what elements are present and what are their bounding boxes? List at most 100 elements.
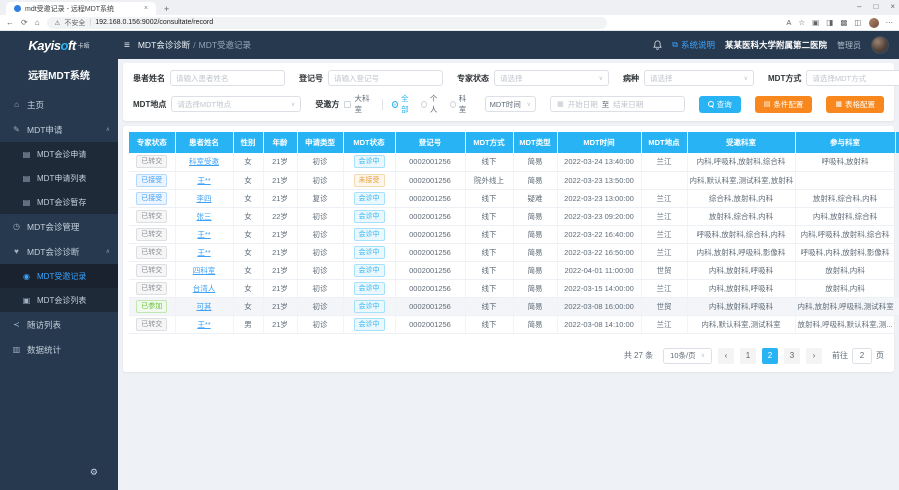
- gear-icon[interactable]: ⚙: [90, 467, 98, 478]
- tab-close-icon[interactable]: ×: [144, 5, 148, 12]
- doc-icon: ▣: [22, 296, 31, 305]
- new-tab-button[interactable]: +: [164, 4, 169, 15]
- table-row[interactable]: 已转交 科室受邀 女 21岁 初诊 会诊中 0002001256 线下 简易 2…: [129, 153, 899, 171]
- monitor-icon: ⧉: [672, 40, 678, 50]
- sidebar-item-home[interactable]: ⌂ 主页: [0, 92, 118, 117]
- page-number-button[interactable]: 3: [784, 348, 800, 364]
- patient-name-link[interactable]: 张三: [197, 212, 212, 221]
- sidebar-item-mdt-consult-draft[interactable]: ▤ MDT会诊暂存: [0, 190, 118, 214]
- sidebar-item-mdt-manage[interactable]: ◷ MDT会诊管理: [0, 214, 118, 239]
- table-row[interactable]: 已转交 王** 女 21岁 初诊 会诊中 0002001256 线下 简易 20…: [129, 243, 899, 261]
- list-icon: ▤: [22, 174, 31, 183]
- table-row[interactable]: 已转交 台湾人 女 21岁 初诊 会诊中 0002001256 线下 简易 20…: [129, 279, 899, 297]
- search-button[interactable]: 查询: [699, 96, 741, 113]
- date-range-picker[interactable]: ▦ 开始日期 至 结束日期: [550, 96, 685, 112]
- col-expert-status: 专家状态: [129, 132, 175, 153]
- read-aloud-icon[interactable]: A: [786, 18, 791, 27]
- extension-icon[interactable]: ▣: [812, 18, 819, 27]
- goto-page-input[interactable]: [852, 348, 872, 364]
- cell-patient-name: 四科室: [175, 261, 233, 279]
- mdt-place-select[interactable]: 请选择MDT地点∨: [171, 96, 301, 112]
- next-page-button[interactable]: ›: [806, 348, 822, 364]
- patient-name-link[interactable]: 可其: [197, 302, 212, 311]
- cell-mdt-mode: 线下: [465, 225, 513, 243]
- patient-name-link[interactable]: 科室受邀: [189, 157, 219, 166]
- radio-dept[interactable]: 科室: [450, 93, 471, 115]
- col-patient-name: 患者姓名: [175, 132, 233, 153]
- table-row[interactable]: 已转交 王** 女 21岁 初诊 会诊中 0002001256 线下 简易 20…: [129, 225, 899, 243]
- patient-name-link[interactable]: 王**: [197, 230, 210, 239]
- sidebar-item-mdt-apply-list[interactable]: ▤ MDT申请列表: [0, 166, 118, 190]
- sidebar-group-mdt-apply[interactable]: ✎ MDT申请 ∧: [0, 117, 118, 142]
- page-number-button[interactable]: 1: [740, 348, 756, 364]
- sidebar-item-statistics[interactable]: ▥ 数据统计: [0, 337, 118, 362]
- expert-status-select[interactable]: 请选择∨: [494, 70, 609, 86]
- table-row[interactable]: 已参加 可其 女 21岁 初诊 会诊中 0002001256 线下 简易 202…: [129, 297, 899, 315]
- col-mdt-status: MDT状态: [343, 132, 395, 153]
- home-nav-icon[interactable]: ⌂: [35, 18, 40, 27]
- maximize-icon[interactable]: □: [873, 2, 878, 11]
- sidebar-item-mdt-consult-list[interactable]: ▣ MDT会诊列表: [0, 288, 118, 312]
- patient-name-link[interactable]: 台湾人: [193, 284, 216, 293]
- sidebar-item-mdt-consult-apply[interactable]: ▤ MDT会诊申请: [0, 142, 118, 166]
- mdt-mode-select[interactable]: 请选择MDT方式∨: [806, 70, 899, 86]
- split-screen-icon[interactable]: ◫: [854, 18, 861, 27]
- table-row[interactable]: 已接受 李四 女 21岁 复诊 会诊中 0002001256 线下 疑难 202…: [129, 189, 899, 207]
- radio-all[interactable]: 全部: [392, 93, 413, 115]
- sidebar-group-mdt-diagnose[interactable]: ♥ MDT会诊诊断 ∧: [0, 239, 118, 264]
- page-size-select[interactable]: 10条/页∨: [663, 348, 712, 364]
- cell-mdt-status: 会诊中: [343, 225, 395, 243]
- table-row[interactable]: 已转交 王** 男 21岁 初诊 会诊中 0002001256 线下 简易 20…: [129, 315, 899, 333]
- cell-age: 21岁: [263, 297, 297, 315]
- sidebar-item-followup-list[interactable]: ≺ 随访列表: [0, 312, 118, 337]
- radio-icon: [450, 101, 456, 108]
- patient-name-link[interactable]: 李四: [197, 194, 212, 203]
- cell-register-no: 0002001256: [395, 315, 465, 333]
- prev-page-button[interactable]: ‹: [718, 348, 734, 364]
- table-row[interactable]: 已转交 四科室 女 21岁 初诊 会诊中 0002001256 线下 简易 20…: [129, 261, 899, 279]
- patient-name-link[interactable]: 王**: [197, 248, 210, 257]
- col-mdt-place: MDT地点: [641, 132, 687, 153]
- date-to-label: 至: [602, 99, 610, 110]
- collapse-sidebar-icon[interactable]: ≡: [124, 40, 130, 51]
- table-config-icon: ▦: [835, 100, 842, 108]
- page-number-button[interactable]: 2: [762, 348, 778, 364]
- bell-icon[interactable]: [653, 40, 662, 50]
- table-row[interactable]: 已转交 张三 女 22岁 初诊 会诊中 0002001256 线下 简易 202…: [129, 207, 899, 225]
- sidebar-item-mdt-invite-record[interactable]: ◉ MDT受邀记录: [0, 264, 118, 288]
- browser-tab[interactable]: mdt受邀记录 - 远程MDT系统 ×: [6, 2, 156, 15]
- patient-name-link[interactable]: 四科室: [193, 266, 216, 275]
- minimize-icon[interactable]: –: [857, 2, 861, 11]
- user-avatar[interactable]: [871, 36, 889, 54]
- radio-person[interactable]: 个人: [421, 93, 442, 115]
- table-config-button[interactable]: ▦表格配置: [826, 96, 884, 113]
- cell-invited-depts: 内科,默认科室,测试科室,放射科: [687, 171, 795, 189]
- patient-name-link[interactable]: 王**: [197, 320, 210, 329]
- cell-apply-time: 2022-03-08 13:06:56: [895, 315, 899, 333]
- disease-select[interactable]: 请选择∨: [644, 70, 754, 86]
- favorite-star-icon[interactable]: ☆: [798, 18, 805, 27]
- cell-mdt-status: 会诊中: [343, 315, 395, 333]
- register-no-input[interactable]: [328, 70, 443, 86]
- sidebar: 远程MDT系统 ⌂ 主页 ✎ MDT申请 ∧ ▤ MDT会诊申请 ▤ MDT申请…: [0, 59, 118, 490]
- browser-menu-icon[interactable]: ⋯: [886, 18, 894, 27]
- extension-icon[interactable]: ▩: [840, 18, 847, 27]
- system-help-link[interactable]: ⧉系统说明: [672, 39, 715, 51]
- patient-name-link[interactable]: 王**: [197, 176, 210, 185]
- big-dept-checkbox[interactable]: 大科室: [344, 93, 373, 115]
- address-bar[interactable]: ⚠ 不安全 | 192.168.0.156:9002/consultate/re…: [47, 17, 607, 29]
- breadcrumb-separator: /: [193, 40, 195, 50]
- url-text: 192.168.0.156:9002/consultate/record: [95, 19, 213, 26]
- close-icon[interactable]: ×: [890, 2, 895, 11]
- screen: mdt受邀记录 - 远程MDT系统 × + – □ × ← ⟳ ⌂ ⚠ 不安全 …: [0, 0, 899, 490]
- mdt-time-select[interactable]: MDT时间∨: [485, 96, 536, 112]
- back-icon[interactable]: ←: [6, 18, 14, 27]
- cell-apply-time: 2022-03-18 11:28:25: [895, 261, 899, 279]
- browser-profile-avatar[interactable]: [869, 18, 879, 28]
- extension-icon[interactable]: ◨: [826, 18, 833, 27]
- patient-name-input[interactable]: [170, 70, 285, 86]
- refresh-icon[interactable]: ⟳: [21, 18, 28, 27]
- cell-mdt-mode: 线下: [465, 153, 513, 171]
- condition-config-button[interactable]: ▤条件配置: [755, 96, 813, 113]
- table-row[interactable]: 已接受 王** 女 21岁 初诊 未接受 0002001256 院外线上 简易 …: [129, 171, 899, 189]
